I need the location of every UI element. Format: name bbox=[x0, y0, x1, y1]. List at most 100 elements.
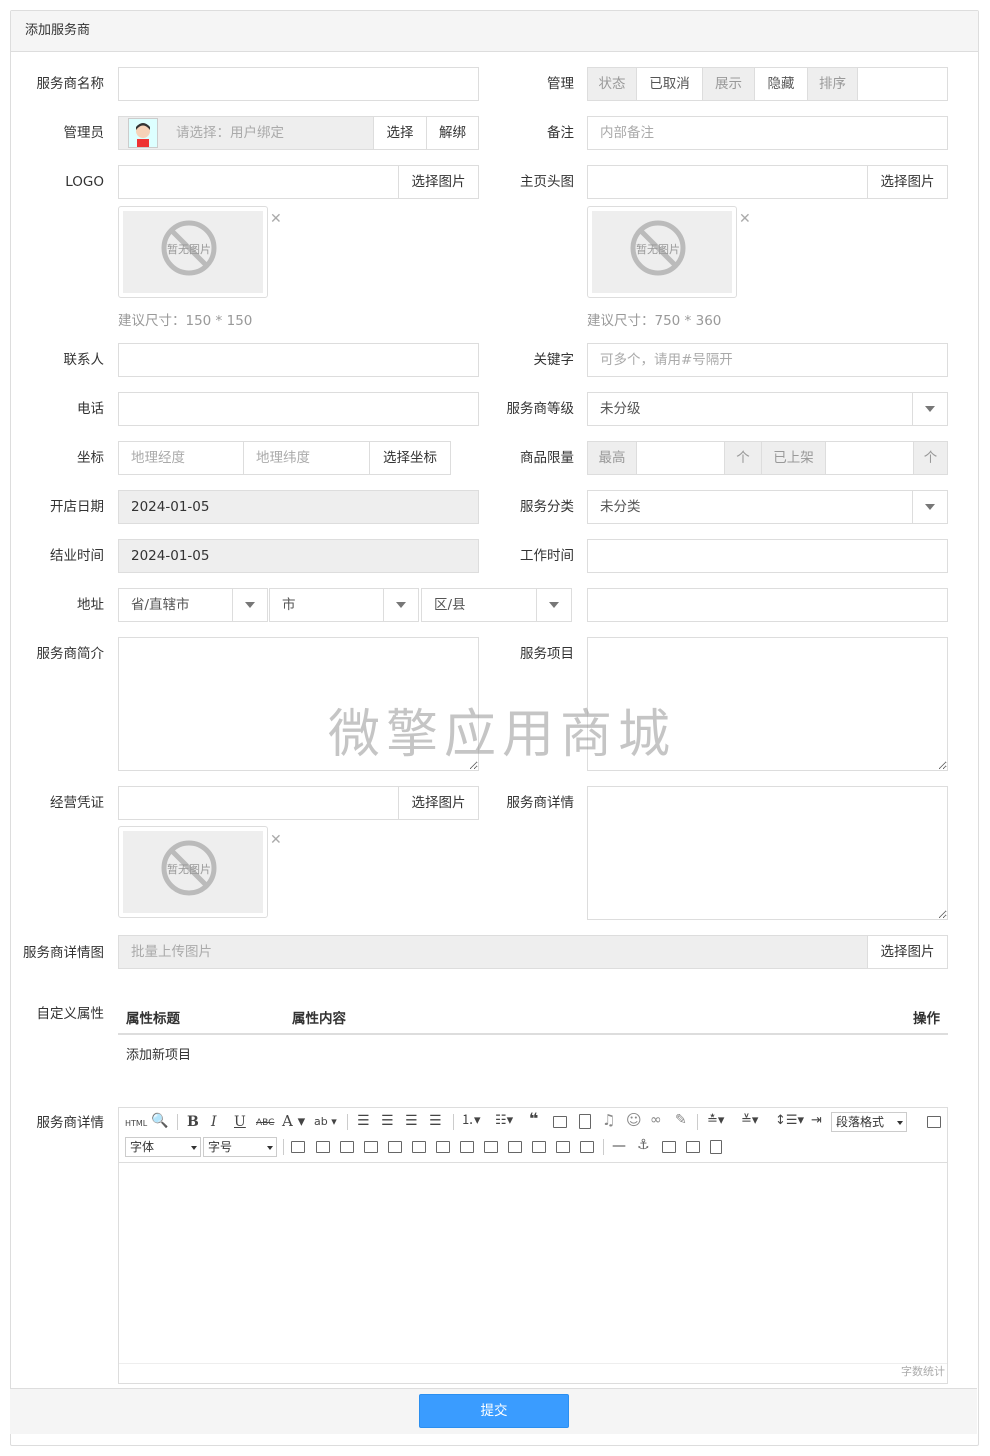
underline-icon[interactable]: U bbox=[234, 1114, 246, 1130]
custom-table-header: 属性标题 属性内容 操作 bbox=[118, 1002, 948, 1035]
work-time-label: 工作时间 bbox=[520, 548, 574, 564]
ordered-list-icon[interactable]: ⒈▾ bbox=[461, 1113, 481, 1129]
merge-down-icon[interactable] bbox=[508, 1141, 522, 1153]
logo-remove-icon[interactable]: ✕ bbox=[270, 212, 282, 226]
detail-images-select-button[interactable]: 选择图片 bbox=[867, 935, 948, 969]
insert-row-icon[interactable] bbox=[364, 1141, 378, 1153]
delete-col-icon[interactable] bbox=[436, 1141, 450, 1153]
limit-listed-input[interactable] bbox=[825, 441, 914, 475]
anchor-icon[interactable]: ⚓ bbox=[637, 1137, 650, 1153]
logo-input[interactable] bbox=[118, 165, 399, 199]
music-icon[interactable]: ♫ bbox=[602, 1112, 615, 1128]
paste-icon[interactable] bbox=[710, 1140, 722, 1154]
detail-images-label: 服务商详情图 bbox=[23, 945, 104, 961]
manage-display-addon: 展示 bbox=[702, 67, 755, 101]
logo-select-button[interactable]: 选择图片 bbox=[398, 165, 479, 199]
detail-textarea[interactable] bbox=[587, 786, 948, 920]
strikethrough-icon[interactable]: ABC bbox=[256, 1115, 274, 1131]
banner-label: 主页头图 bbox=[520, 174, 574, 190]
unordered-list-icon[interactable]: ☷▾ bbox=[495, 1113, 513, 1129]
delete-table-icon[interactable] bbox=[316, 1141, 330, 1153]
manage-display-select[interactable]: 隐藏 bbox=[754, 67, 808, 101]
highlight-icon[interactable]: ab ▾ bbox=[314, 1114, 337, 1130]
print-icon[interactable] bbox=[686, 1141, 700, 1153]
svg-text:暂无图片: 暂无图片 bbox=[167, 863, 211, 876]
eraser-icon[interactable]: ✎ bbox=[675, 1112, 687, 1128]
row-spacing-top-icon[interactable]: ≛▾ bbox=[707, 1113, 724, 1129]
line-height-icon[interactable]: ↕☰▾ bbox=[775, 1113, 804, 1129]
no-image-icon: 暂无图片 bbox=[630, 220, 686, 276]
category-chevron-down-icon bbox=[912, 490, 948, 524]
remark-label: 备注 bbox=[547, 125, 574, 141]
merge-cells-icon[interactable] bbox=[460, 1141, 474, 1153]
insert-table-icon[interactable] bbox=[291, 1141, 305, 1153]
row-spacing-bottom-icon[interactable]: ≚▾ bbox=[741, 1113, 758, 1129]
admin-select-button[interactable]: 选择 bbox=[373, 116, 427, 150]
indent-icon[interactable]: ⇥ bbox=[811, 1113, 822, 1129]
name-input[interactable] bbox=[118, 67, 479, 101]
align-center-icon[interactable]: ☰ bbox=[381, 1113, 394, 1129]
html-source-button[interactable]: HTML bbox=[125, 1116, 147, 1132]
close-time-input[interactable]: 2024-01-05 bbox=[118, 539, 479, 573]
split-cols-icon[interactable] bbox=[580, 1141, 594, 1153]
custom-add-link[interactable]: 添加新项目 bbox=[126, 1044, 191, 1063]
image-icon[interactable] bbox=[553, 1116, 567, 1128]
insert-col-icon[interactable] bbox=[412, 1141, 426, 1153]
font-color-icon[interactable]: A ▾ bbox=[282, 1113, 305, 1129]
admin-unbind-button[interactable]: 解绑 bbox=[426, 116, 479, 150]
coord-select-button[interactable]: 选择坐标 bbox=[369, 441, 451, 475]
paragraph-select[interactable]: 段落格式 bbox=[831, 1112, 907, 1132]
keyword-input[interactable]: 可多个，请用#号隔开 bbox=[587, 343, 948, 377]
svg-text:暂无图片: 暂无图片 bbox=[636, 243, 680, 256]
manage-status-addon: 状态 bbox=[587, 67, 637, 101]
phone-input[interactable] bbox=[118, 392, 479, 426]
contact-input[interactable] bbox=[118, 343, 479, 377]
italic-icon[interactable]: I bbox=[211, 1114, 217, 1130]
quote-icon[interactable]: ❝ bbox=[529, 1111, 538, 1127]
address-detail-input[interactable] bbox=[587, 588, 948, 622]
font-family-select[interactable]: 字体 bbox=[125, 1137, 201, 1157]
banner-remove-icon[interactable]: ✕ bbox=[739, 212, 751, 226]
open-date-input[interactable]: 2024-01-05 bbox=[118, 490, 479, 524]
manage-sort-addon: 排序 bbox=[807, 67, 858, 101]
insert-image-icon[interactable] bbox=[662, 1141, 676, 1153]
preview-icon[interactable]: 🔍 bbox=[151, 1113, 168, 1129]
horizontal-rule-icon[interactable]: — bbox=[612, 1138, 626, 1154]
align-justify-icon[interactable]: ☰ bbox=[429, 1113, 442, 1129]
video-icon[interactable] bbox=[579, 1114, 591, 1129]
panel-title: 添加服务商 bbox=[11, 11, 978, 52]
banner-select-button[interactable]: 选择图片 bbox=[867, 165, 948, 199]
watermark: 微擎应用商城 bbox=[328, 705, 677, 765]
contact-label: 联系人 bbox=[63, 352, 105, 368]
merge-right-icon[interactable] bbox=[484, 1141, 498, 1153]
submit-button[interactable]: 提交 bbox=[419, 1394, 569, 1428]
link-icon[interactable]: ∞ bbox=[650, 1112, 662, 1128]
district-chevron-down-icon bbox=[536, 588, 572, 622]
banner-input[interactable] bbox=[587, 165, 868, 199]
manage-status-select[interactable]: 已取消 bbox=[636, 67, 703, 101]
detail-images-input[interactable]: 批量上传图片 bbox=[118, 935, 868, 969]
split-cells-icon[interactable] bbox=[532, 1141, 546, 1153]
fullscreen-icon[interactable] bbox=[927, 1116, 941, 1128]
emoji-icon[interactable]: ☺ bbox=[626, 1112, 642, 1128]
lng-input[interactable]: 地理经度 bbox=[118, 441, 244, 475]
license-remove-icon[interactable]: ✕ bbox=[270, 833, 282, 847]
editor-content[interactable] bbox=[119, 1163, 947, 1363]
category-select[interactable]: 未分类 bbox=[587, 490, 948, 524]
delete-row-icon[interactable] bbox=[388, 1141, 402, 1153]
rich-text-editor[interactable]: HTML 🔍 B I U ABC A ▾ ab ▾ ☰ ☰ ☰ ☰ ⒈▾ ☷▾ … bbox=[118, 1107, 948, 1384]
align-right-icon[interactable]: ☰ bbox=[405, 1113, 418, 1129]
font-size-select[interactable]: 字号 bbox=[203, 1137, 277, 1157]
bold-icon[interactable]: B bbox=[187, 1114, 199, 1130]
license-select-button[interactable]: 选择图片 bbox=[398, 786, 479, 820]
align-left-icon[interactable]: ☰ bbox=[357, 1113, 370, 1129]
work-time-input[interactable] bbox=[587, 539, 948, 573]
level-select[interactable]: 未分级 bbox=[587, 392, 948, 426]
lat-input[interactable]: 地理纬度 bbox=[243, 441, 370, 475]
license-input[interactable] bbox=[118, 786, 399, 820]
insert-caption-icon[interactable] bbox=[340, 1141, 354, 1153]
close-time-label: 结业时间 bbox=[50, 548, 104, 564]
remark-input[interactable]: 内部备注 bbox=[587, 116, 948, 150]
split-rows-icon[interactable] bbox=[556, 1141, 570, 1153]
limit-max-input[interactable] bbox=[636, 441, 725, 475]
